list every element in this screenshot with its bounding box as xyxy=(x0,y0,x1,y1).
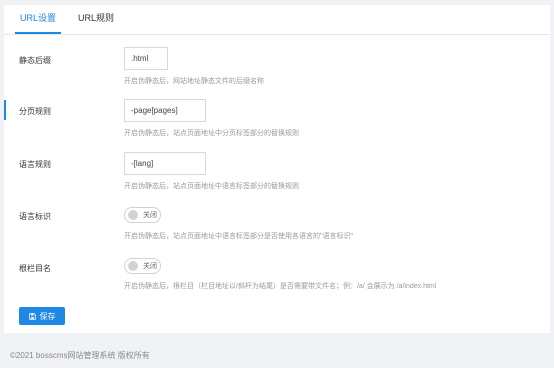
switch-text: 关闭 xyxy=(143,212,157,219)
footer-copyright: ©2021 bosscms网站管理系统 版权所有 xyxy=(10,351,150,360)
root-name-label: 根栏目名 xyxy=(19,264,51,273)
save-label: 保存 xyxy=(39,311,56,321)
lang-flag-hint: 开启伪静态后，站点页面地址中语言标签部分是否使用各语言的"语言标识" xyxy=(124,233,353,240)
save-icon xyxy=(28,312,36,320)
suffix-input[interactable] xyxy=(124,47,168,70)
switch-knob xyxy=(128,261,138,271)
root-name-switch[interactable]: 关闭 xyxy=(124,258,161,274)
switch-text: 关闭 xyxy=(143,263,157,270)
lang-rule-input[interactable] xyxy=(124,152,206,175)
lang-rule-hint: 开启伪静态后，站点页面地址中语言标签部分的替换规则 xyxy=(124,183,299,190)
lang-flag-switch[interactable]: 关闭 xyxy=(124,207,161,223)
lang-rule-label: 语言规则 xyxy=(19,160,51,169)
page-rule-label: 分页规则 xyxy=(19,107,51,116)
switch-knob xyxy=(128,210,138,220)
settings-panel: URL设置 URL规则 静态后缀 开启伪静态后，网站地址静态文件的后缀名称 分页… xyxy=(4,5,550,333)
tab-url-rules[interactable]: URL规则 xyxy=(73,4,119,34)
root-name-hint: 开启伪静态后，根栏目（栏目地址以/斜杆为结尾）是否需要带文件名；例：/a/ 会展… xyxy=(124,283,437,290)
page-rule-hint: 开启伪静态后，站点页面地址中分页标签部分的替换规则 xyxy=(124,130,299,137)
lang-flag-label: 语言标识 xyxy=(19,212,51,221)
page-rule-input[interactable] xyxy=(124,99,206,122)
suffix-label: 静态后缀 xyxy=(19,56,51,65)
suffix-hint: 开启伪静态后，网站地址静态文件的后缀名称 xyxy=(124,78,264,85)
active-row-marker xyxy=(4,100,6,120)
tab-url-settings[interactable]: URL设置 xyxy=(15,4,62,34)
tab-bar: URL设置 URL规则 xyxy=(4,5,550,35)
save-button[interactable]: 保存 xyxy=(19,307,65,325)
